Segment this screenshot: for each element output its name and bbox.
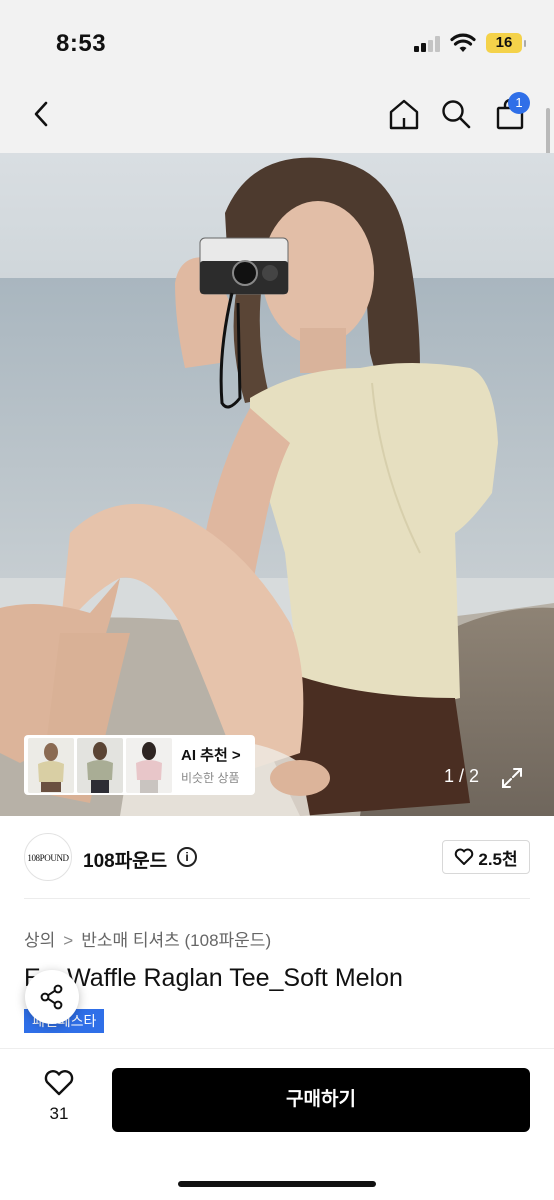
chevron-right-icon: > xyxy=(63,931,74,950)
brand-logo[interactable]: 108POUND xyxy=(24,833,72,881)
info-icon[interactable]: i xyxy=(177,847,197,867)
bottom-action-bar: 31 구매하기 xyxy=(0,1048,554,1200)
breadcrumb-category[interactable]: 상의 xyxy=(24,931,55,950)
top-nav xyxy=(0,86,554,153)
home-indicator[interactable] xyxy=(178,1181,376,1187)
buy-button[interactable]: 구매하기 xyxy=(112,1068,530,1132)
recommendation-thumbnail[interactable] xyxy=(77,737,123,793)
product-title: E y Waffle Raglan Tee_Soft Melon xyxy=(24,964,403,992)
share-button[interactable] xyxy=(25,970,79,1024)
breadcrumb: 상의 > 반소매 티셔츠 (108파운드) xyxy=(24,926,271,951)
like-count: 31 xyxy=(49,1104,69,1123)
search-icon[interactable] xyxy=(436,94,476,134)
breadcrumb-subcategory[interactable]: 반소매 티셔츠 (108파운드) xyxy=(81,931,271,950)
share-icon xyxy=(40,984,63,1010)
signal-icon xyxy=(414,36,442,52)
divider xyxy=(24,898,530,899)
ai-recommendation-subtitle: 비슷한 상품 xyxy=(181,771,240,785)
ai-recommendation-title: AI 추천 > xyxy=(181,747,241,764)
brand-like-count: 2.5천 xyxy=(478,849,518,869)
status-bar: 8:53 16 xyxy=(0,0,554,86)
recommendation-thumbnail[interactable] xyxy=(28,737,74,793)
expand-icon[interactable] xyxy=(500,766,524,790)
recommendation-thumbnail[interactable] xyxy=(126,737,172,793)
product-image[interactable]: 1 / 2 xyxy=(0,153,554,816)
image-counter: 1 / 2 xyxy=(444,766,480,786)
wifi-icon xyxy=(450,33,476,52)
heart-icon xyxy=(455,848,474,865)
ai-recommendation-card[interactable]: AI 추천 > 비슷한 상품 xyxy=(24,735,255,795)
battery-icon: 16 xyxy=(486,33,526,53)
brand-like-button[interactable]: 2.5천 xyxy=(442,840,530,874)
brand-name[interactable]: 108파운드 xyxy=(83,846,167,873)
brand-row: 108POUND 108파운드 i 2.5천 xyxy=(0,816,554,900)
heart-icon xyxy=(44,1070,74,1096)
status-time: 8:53 xyxy=(56,30,107,57)
product-photo xyxy=(0,153,554,816)
like-button[interactable]: 31 xyxy=(34,1069,84,1124)
home-icon[interactable] xyxy=(384,94,424,134)
back-icon[interactable] xyxy=(22,94,62,134)
cart-count-badge: 1 xyxy=(508,92,530,114)
